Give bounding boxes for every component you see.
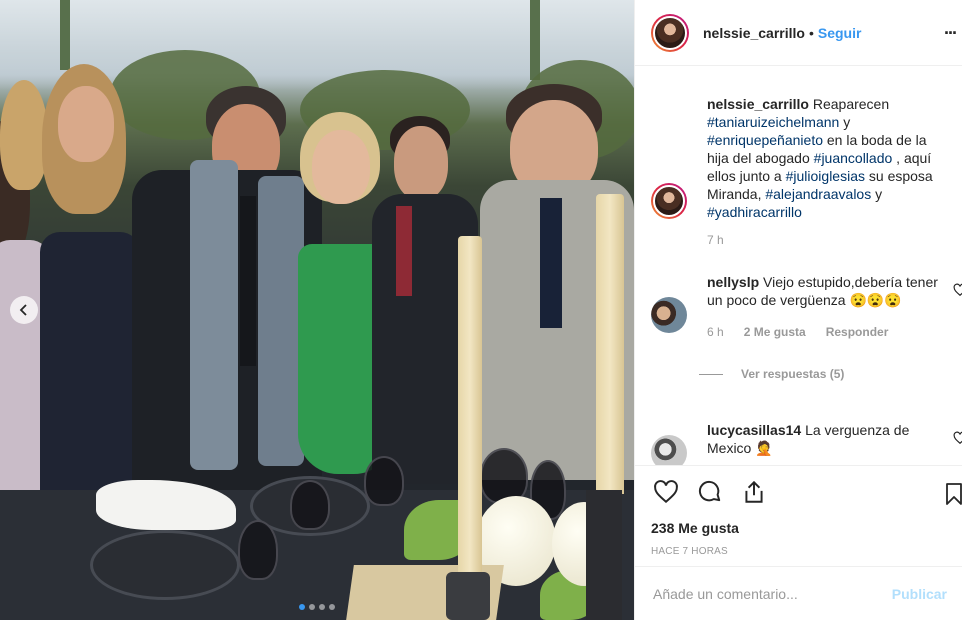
post-actions: 238 Me gusta HACE 7 HORAS: [635, 465, 962, 557]
wine-glass: [238, 520, 278, 580]
plate: [90, 530, 240, 600]
comment-meta: 6 h 2 Me gusta Responder: [707, 323, 947, 341]
carousel-prev-button[interactable]: [10, 296, 38, 324]
caption-segment: y: [843, 114, 851, 130]
comments-list[interactable]: nelssie_carrillo Reaparecen #taniaruizei…: [635, 67, 962, 465]
hashtag-link[interactable]: #taniaruizeichelmann: [707, 114, 839, 130]
carousel-dot: [299, 604, 305, 610]
hashtag-link[interactable]: #yadhiracarrillo: [707, 204, 802, 220]
person-face: [394, 126, 448, 200]
person-face: [312, 130, 370, 204]
person-face: [58, 86, 114, 162]
wine-glass: [364, 456, 404, 506]
action-icons: [651, 466, 962, 518]
commenter-avatar[interactable]: [651, 435, 687, 465]
person-scarf: [190, 160, 238, 470]
tent-pole: [530, 0, 540, 80]
author-username[interactable]: nelssie_carrillo: [703, 25, 805, 41]
candle: [458, 236, 482, 576]
save-button[interactable]: [939, 479, 962, 509]
carousel-dot: [309, 604, 315, 610]
carousel-dot: [319, 604, 325, 610]
caption-segment: Reaparecen: [812, 96, 890, 112]
hashtag-link[interactable]: #juancollado: [814, 150, 893, 166]
caption-avatar[interactable]: [651, 183, 687, 219]
follow-button[interactable]: Seguir: [818, 25, 862, 41]
chevron-left-icon: [19, 304, 27, 316]
hashtag-link[interactable]: #julioiglesias: [786, 168, 865, 184]
person-tie: [540, 198, 562, 328]
view-replies-label: Ver respuestas (5): [741, 367, 845, 381]
bookmark-icon: [946, 483, 962, 505]
add-comment-bar: Publicar: [635, 566, 962, 620]
heart-icon: [654, 480, 678, 504]
post-details-panel: nelssie_carrillo • Seguir ... nelssie_ca…: [634, 0, 962, 620]
comment-likes[interactable]: 2 Me gusta: [744, 323, 806, 341]
likes-count[interactable]: 238 Me gusta: [651, 520, 947, 536]
replies-line: [699, 373, 723, 375]
author-avatar[interactable]: [651, 13, 689, 52]
posted-time[interactable]: HACE 7 HORAS: [651, 546, 947, 557]
share-button[interactable]: [739, 477, 769, 507]
candle: [596, 194, 624, 494]
wine-glass: [290, 480, 330, 530]
candle-holder: [586, 490, 622, 620]
comment-time[interactable]: 6 h: [707, 323, 724, 341]
commenter-avatar[interactable]: [651, 297, 687, 333]
reply-button[interactable]: Responder: [826, 323, 889, 341]
caption-username[interactable]: nelssie_carrillo: [707, 96, 809, 112]
carousel-indicator: [0, 604, 634, 610]
caption-time[interactable]: 7 h: [707, 231, 724, 249]
comment-body: lucycasillas14 La verguenza de Mexico 🤦: [707, 421, 947, 457]
header-separator: •: [808, 24, 814, 41]
candle-holder: [446, 572, 490, 620]
like-button[interactable]: [651, 477, 681, 507]
person-hair: [0, 80, 48, 190]
person-tie: [396, 206, 412, 296]
post-photo[interactable]: [0, 0, 634, 620]
comment-like-heart-icon[interactable]: [953, 431, 962, 445]
share-icon: [745, 480, 763, 503]
publish-button[interactable]: Publicar: [892, 586, 947, 602]
caption-text: nelssie_carrillo Reaparecen #taniaruizei…: [707, 95, 947, 249]
post-header: nelssie_carrillo • Seguir ...: [635, 0, 962, 66]
hashtag-link[interactable]: #enriquepeñanieto: [707, 132, 823, 148]
comment-like-heart-icon[interactable]: [953, 283, 962, 297]
person-tie: [240, 196, 256, 366]
caption-meta: 7 h: [707, 231, 947, 249]
commenter-username[interactable]: lucycasillas14: [707, 422, 801, 438]
commenter-username[interactable]: nellyslp: [707, 274, 759, 290]
comment-icon: [698, 480, 721, 502]
carousel-dot: [329, 604, 335, 610]
comment-button[interactable]: [695, 477, 725, 507]
hashtag-link[interactable]: #alejandraavalos: [765, 186, 871, 202]
comment-body: nellyslp Viejo estupido,debería tener un…: [699, 273, 947, 383]
tent-pole: [60, 0, 70, 70]
comment-input[interactable]: [651, 584, 892, 603]
more-options-icon[interactable]: ...: [944, 18, 957, 39]
view-replies-button[interactable]: Ver respuestas (5): [699, 365, 947, 383]
caption-segment: y: [875, 186, 883, 202]
